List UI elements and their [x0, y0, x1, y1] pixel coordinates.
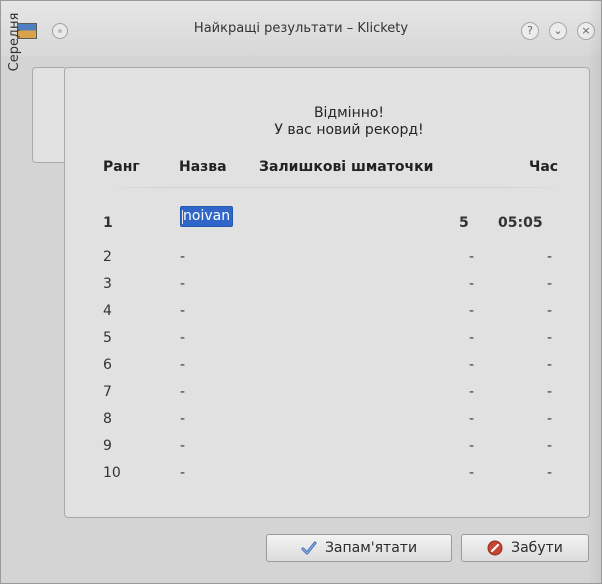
remaining-cell: -: [469, 330, 475, 346]
remaining-cell: -: [469, 384, 475, 400]
table-row: 5 - - -: [103, 330, 567, 352]
time-cell: -: [547, 303, 553, 319]
chevron-down-icon: ⌄: [553, 24, 563, 37]
remember-label: Запам'ятати: [324, 540, 418, 556]
new-record-message: Відмінно! У вас новий рекорд!: [244, 105, 454, 139]
remaining-cell: -: [469, 249, 475, 265]
text-caret: [182, 210, 183, 224]
high-scores-dialog: Найкращі результати – Klickety ? ⌄ × Сер…: [0, 0, 602, 584]
tab-middle[interactable]: [32, 67, 65, 163]
message-line-1: Відмінно!: [313, 105, 385, 121]
table-row: 6 - - -: [103, 357, 567, 379]
header-divider: [103, 187, 567, 188]
tab-middle-label: Середня: [7, 12, 22, 72]
remaining-cell: -: [469, 357, 475, 373]
rank-cell: 9: [103, 438, 112, 454]
rank-cell: 5: [103, 330, 112, 346]
table-row: 7 - - -: [103, 384, 567, 406]
table-row: 2 - - -: [103, 249, 567, 271]
header-rank: Ранг: [103, 159, 140, 175]
rank-cell: 2: [103, 249, 112, 265]
name-cell: -: [180, 303, 186, 319]
rank-cell: 8: [103, 411, 112, 427]
rank-cell: 1: [103, 215, 113, 231]
time-cell: -: [547, 411, 553, 427]
name-cell: -: [180, 411, 186, 427]
name-cell: -: [180, 357, 186, 373]
title-bar[interactable]: Найкращі результати – Klickety ? ⌄ ×: [1, 1, 601, 57]
rank-cell: 4: [103, 303, 112, 319]
table-row: 1 5 05:05: [103, 215, 567, 237]
name-cell: -: [180, 384, 186, 400]
remaining-cell: -: [469, 276, 475, 292]
help-button[interactable]: ?: [521, 22, 539, 40]
rank-cell: 7: [103, 384, 112, 400]
window-title: Найкращі результати – Klickety: [193, 21, 409, 36]
forbid-icon: [487, 540, 503, 556]
table-row: 3 - - -: [103, 276, 567, 298]
time-cell: -: [547, 384, 553, 400]
remaining-cell: -: [469, 438, 475, 454]
table-row: 4 - - -: [103, 303, 567, 325]
name-cell: -: [180, 330, 186, 346]
rank-cell: 6: [103, 357, 112, 373]
name-input[interactable]: noivan: [180, 206, 234, 227]
time-cell: 05:05: [498, 215, 543, 231]
remaining-cell: -: [469, 411, 475, 427]
name-cell: -: [180, 438, 186, 454]
header-time: Час: [529, 159, 559, 175]
forget-label: Забути: [511, 540, 563, 556]
name-cell: -: [180, 465, 186, 481]
remaining-cell: -: [469, 465, 475, 481]
remaining-cell: -: [469, 303, 475, 319]
time-cell: -: [547, 357, 553, 373]
help-icon: ?: [527, 24, 533, 37]
header-name: Назва: [179, 159, 227, 175]
minimize-button[interactable]: ⌄: [549, 22, 567, 40]
forget-button[interactable]: Забути: [461, 534, 589, 562]
name-input-value: noivan: [183, 208, 231, 224]
time-cell: -: [547, 276, 553, 292]
name-cell: -: [180, 276, 186, 292]
remaining-cell: 5: [459, 215, 469, 231]
table-row: 10 - - -: [103, 465, 567, 487]
name-cell: -: [180, 249, 186, 265]
rank-cell: 10: [103, 465, 121, 481]
rank-cell: 3: [103, 276, 112, 292]
time-cell: -: [547, 249, 553, 265]
time-cell: -: [547, 330, 553, 346]
table-row: 9 - - -: [103, 438, 567, 460]
remember-button[interactable]: Запам'ятати: [266, 534, 452, 562]
check-icon: [301, 541, 317, 555]
time-cell: -: [547, 465, 553, 481]
time-cell: -: [547, 438, 553, 454]
message-line-2: У вас новий рекорд!: [274, 122, 424, 138]
window-edge-shadow: [587, 1, 601, 583]
table-row: 8 - - -: [103, 411, 567, 433]
header-remaining: Залишкові шматочки: [259, 159, 434, 175]
